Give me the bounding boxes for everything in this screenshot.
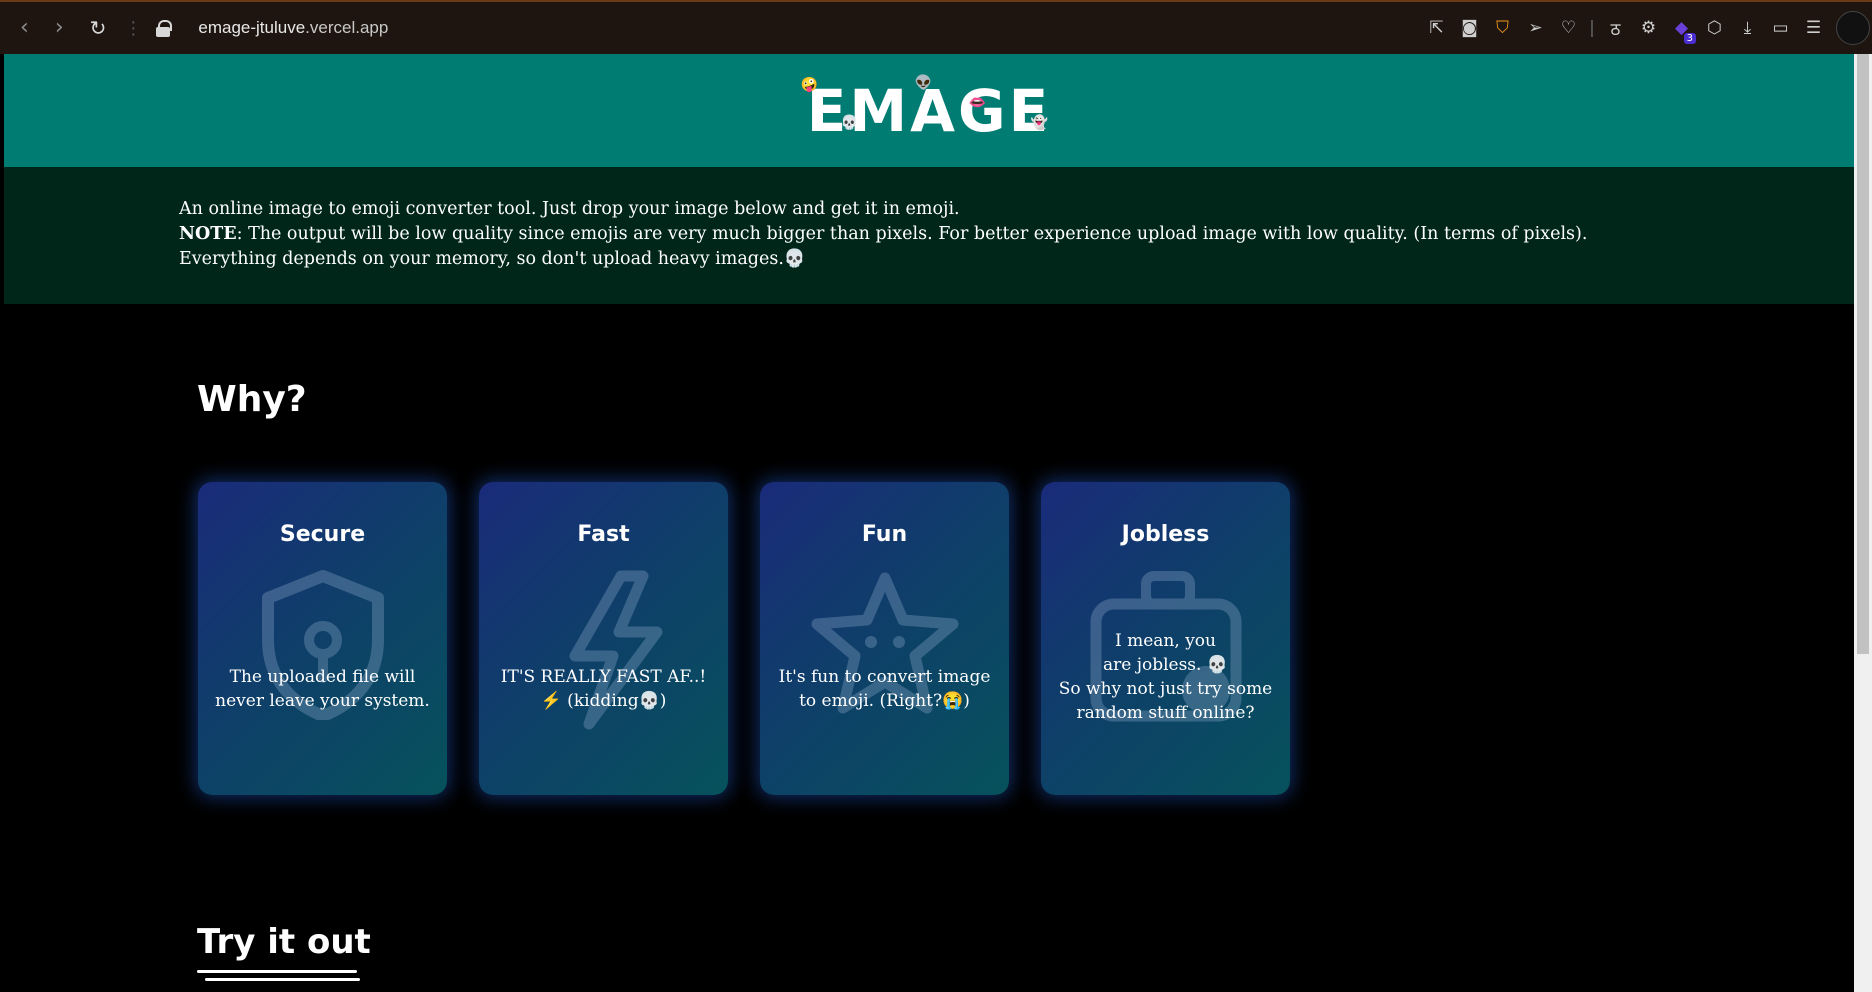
extension-badge-icon[interactable]: ◆ 3 — [1665, 18, 1698, 44]
lock-icon[interactable] — [156, 20, 173, 37]
extension-icon-1[interactable]: ठ — [1599, 17, 1632, 40]
card-title: Fast — [577, 522, 630, 547]
toolbar-actions: ⇱ ◙ ⛉ ➢ ♡ | ठ ⚙ ◆ 3 ⬡ ⤓ ▭ ☰ — [1420, 2, 1872, 54]
why-heading: Why? — [197, 379, 307, 420]
browser-toolbar: ‹ › ↻ ⋮ emage-jtuluve.vercel.app ⇱ ◙ ⛉ ➢… — [0, 0, 1872, 54]
heart-icon[interactable]: ♡ — [1552, 18, 1585, 38]
scrollbar-thumb[interactable] — [1857, 54, 1869, 654]
card-title: Secure — [279, 522, 366, 547]
note-label: NOTE — [179, 224, 237, 244]
card-text: I mean, you are jobless. 💀 So why not ju… — [1053, 622, 1278, 732]
page-scrollbar[interactable] — [1854, 54, 1872, 992]
url-domain: emage-jtuluve — [198, 18, 306, 37]
intro-section: An online image to emoji converter tool.… — [4, 167, 1854, 304]
intro-note: NOTE: The output will be low quality sin… — [179, 222, 1689, 272]
address-bar[interactable]: emage-jtuluve.vercel.app — [198, 18, 388, 38]
card-text: It's fun to convert image to emoji. (Rig… — [778, 667, 991, 711]
logo-ghost-icon: 👻 — [1030, 114, 1052, 131]
card-fast: Fast IT'S REALLY FAST AF..! ⚡ (kidding💀) — [479, 482, 728, 795]
camera-icon[interactable]: ◙ — [1453, 18, 1486, 38]
feature-cards: Secure The uploaded file will never leav… — [198, 482, 1290, 795]
toolbar-separator-right: | — [1589, 18, 1595, 38]
heading-underline — [197, 970, 357, 973]
forward-icon[interactable]: › — [55, 17, 64, 39]
reload-icon[interactable]: ↻ — [90, 18, 107, 38]
send-icon[interactable]: ➢ — [1519, 18, 1552, 38]
settings-sliders-icon[interactable]: ☰ — [1797, 18, 1830, 38]
card-fun: Fun It's fun to convert image to emoji. … — [760, 482, 1009, 795]
card-text-line: I mean, you — [1115, 631, 1216, 651]
logo-alien-icon: 👽 — [914, 74, 936, 91]
note-text: : The output will be low quality since e… — [179, 224, 1588, 269]
card-jobless: Jobless I mean, you are jobless. 💀 So wh… — [1041, 482, 1290, 795]
try-heading-text: Try it out — [197, 922, 371, 962]
share-icon[interactable]: ⇱ — [1420, 18, 1453, 38]
logo-skull-icon: 💀 — [840, 114, 862, 131]
card-text-line: So why not just try some random stuff on… — [1058, 679, 1273, 723]
card-text: The uploaded file will never leave your … — [215, 667, 430, 711]
card-title: Jobless — [1121, 522, 1210, 547]
logo-emoji-icon: 🤪 — [800, 76, 822, 93]
card-title: Fun — [861, 522, 908, 547]
browser-nav: ‹ › ↻ — [20, 17, 106, 39]
intro-line: An online image to emoji converter tool.… — [179, 199, 960, 219]
card-text-line: are jobless. 💀 — [1102, 655, 1229, 675]
try-it-out-heading: Try it out — [197, 922, 371, 981]
page-content: EMAGE 🤪 💀 👽 👄 👻 An online image to emoji… — [4, 54, 1854, 992]
logo-mouth-icon: 👄 — [968, 94, 990, 111]
card-text: IT'S REALLY FAST AF..! ⚡ (kidding💀) — [500, 667, 707, 711]
heading-underline — [205, 978, 360, 981]
download-icon[interactable]: ⤓ — [1731, 18, 1764, 38]
cube-icon[interactable]: ⬡ — [1698, 18, 1731, 38]
toolbar-separator: ⋮ — [124, 17, 143, 39]
back-icon[interactable]: ‹ — [20, 17, 29, 39]
site-logo: EMAGE 🤪 💀 👽 👄 👻 — [801, 74, 1052, 145]
card-secure: Secure The uploaded file will never leav… — [198, 482, 447, 795]
profile-avatar[interactable] — [1836, 11, 1870, 45]
header-banner: EMAGE 🤪 💀 👽 👄 👻 — [4, 54, 1854, 167]
brave-shield-icon[interactable]: ⛉ — [1486, 18, 1519, 38]
url-suffix: .vercel.app — [305, 18, 389, 37]
battery-icon[interactable]: ▭ — [1764, 18, 1797, 38]
extension-icon-2[interactable]: ⚙ — [1632, 18, 1665, 38]
extensions-count-badge: 3 — [1683, 33, 1696, 44]
